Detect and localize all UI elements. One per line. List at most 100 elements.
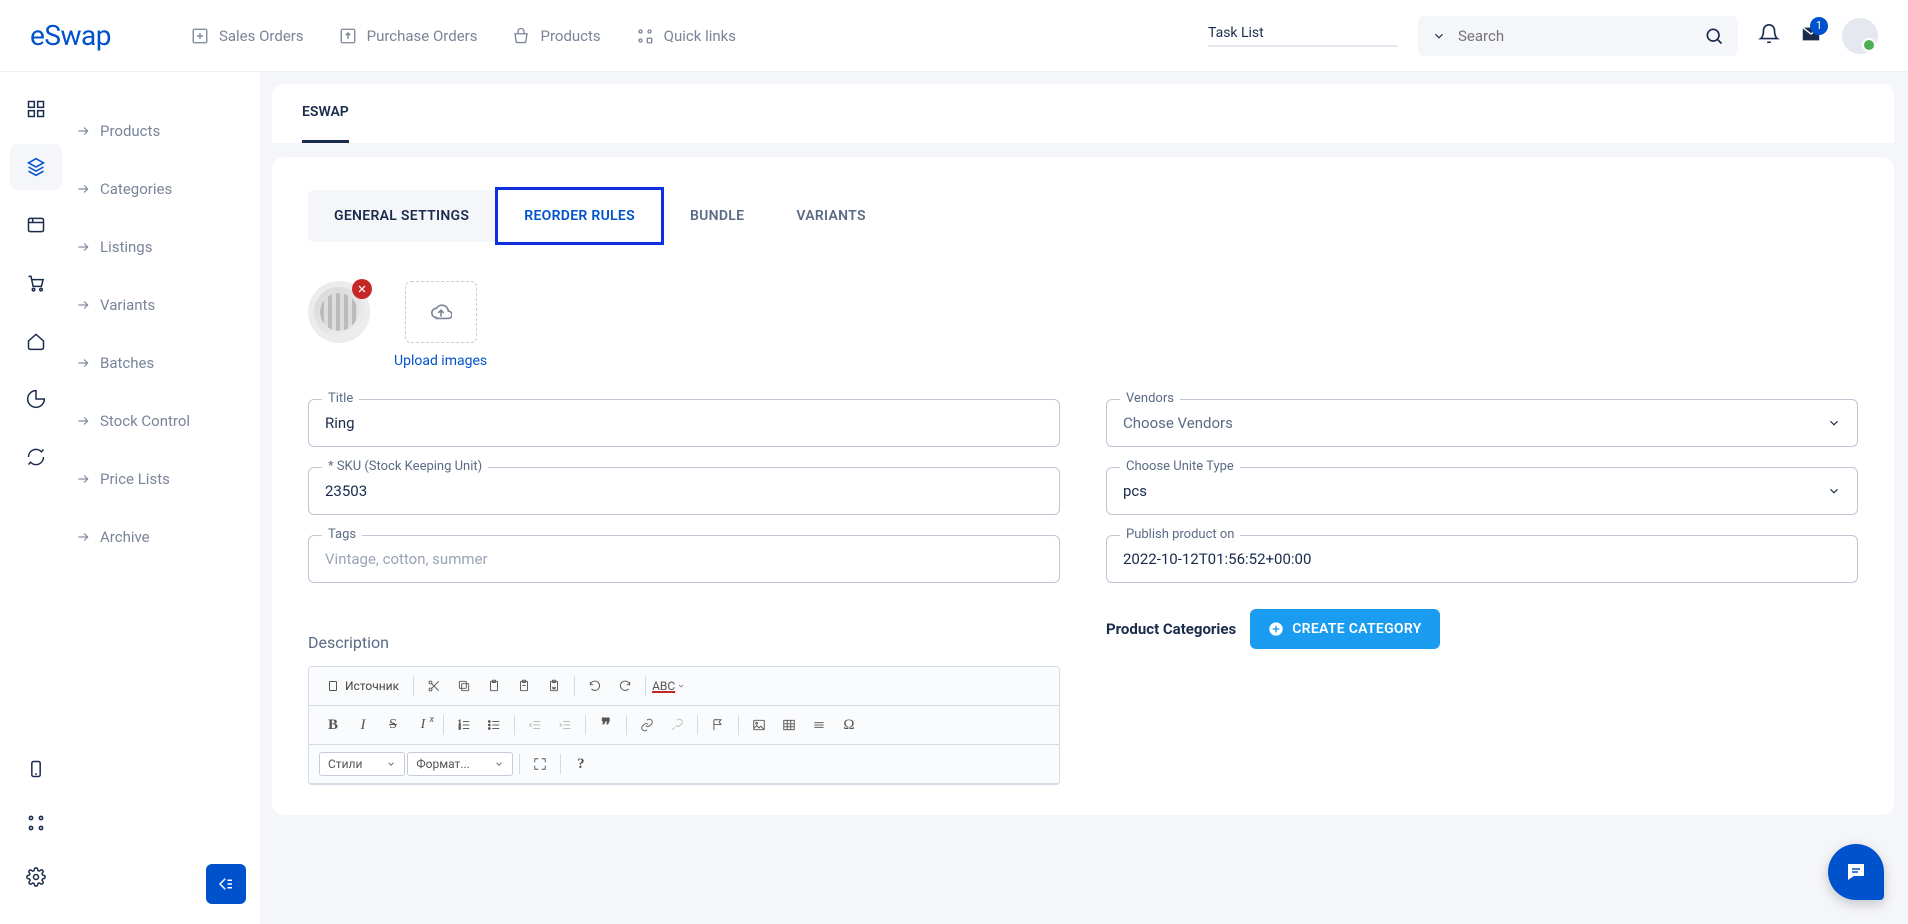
breadcrumb-tab[interactable]: ESWAP: [302, 84, 349, 143]
spellcheck-button[interactable]: ABC: [652, 673, 685, 699]
indent-button[interactable]: [551, 712, 579, 738]
sidebar-item-stock-control[interactable]: Stock Control: [76, 392, 260, 450]
arrow-right-icon: [76, 124, 90, 138]
arrow-right-icon: [76, 298, 90, 312]
close-icon: [357, 284, 367, 294]
plus-box-icon: [191, 27, 209, 45]
upload-label: Upload images: [394, 353, 487, 369]
tab-reorder-rules[interactable]: REORDER RULES: [495, 187, 664, 245]
rail-variants-icon[interactable]: [0, 254, 72, 312]
styles-label: Стили: [328, 757, 362, 771]
flag-button[interactable]: [704, 712, 732, 738]
create-category-button[interactable]: CREATE CATEGORY: [1250, 609, 1439, 649]
outdent-button[interactable]: [521, 712, 549, 738]
title-input[interactable]: [308, 399, 1060, 447]
blockquote-button[interactable]: ❞: [592, 712, 620, 738]
cut-button[interactable]: [420, 673, 448, 699]
table-button[interactable]: [775, 712, 803, 738]
unlink-button[interactable]: [663, 712, 691, 738]
publish-field: Publish product on: [1106, 535, 1858, 583]
indent-icon: [558, 718, 572, 732]
tab-bundle[interactable]: BUNDLE: [664, 190, 770, 242]
tags-input[interactable]: [308, 535, 1060, 583]
editor-source-button[interactable]: Источник: [319, 675, 407, 697]
italic-button[interactable]: I: [349, 712, 377, 738]
search-icon[interactable]: [1704, 26, 1724, 46]
logo[interactable]: eSwap: [30, 19, 111, 52]
sku-input[interactable]: [308, 467, 1060, 515]
sidebar-item-batches[interactable]: Batches: [76, 334, 260, 392]
collapse-sidebar-button[interactable]: [206, 864, 246, 904]
separator: [697, 715, 698, 735]
chevron-down-icon[interactable]: [1432, 29, 1446, 43]
avatar[interactable]: [1842, 18, 1878, 54]
publish-input[interactable]: [1106, 535, 1858, 583]
task-list[interactable]: Task List: [1208, 25, 1398, 47]
messages-button[interactable]: 1: [1800, 23, 1822, 49]
sidebar-item-products[interactable]: Products: [76, 102, 260, 160]
search-input[interactable]: [1458, 27, 1704, 45]
image-button[interactable]: [745, 712, 773, 738]
bold-button[interactable]: B: [319, 712, 347, 738]
maximize-icon: [533, 757, 547, 771]
strike-button[interactable]: S: [379, 712, 407, 738]
format-select[interactable]: Формат...: [407, 752, 512, 776]
tab-general-settings[interactable]: GENERAL SETTINGS: [308, 190, 495, 242]
rail-mobile-icon[interactable]: [0, 742, 72, 796]
rail-sync-icon[interactable]: [0, 428, 72, 486]
separator: [626, 715, 627, 735]
chat-widget[interactable]: [1828, 844, 1884, 900]
copy-button[interactable]: [450, 673, 478, 699]
rail-stock-icon[interactable]: [0, 370, 72, 428]
sidebar-item-archive[interactable]: Archive: [76, 508, 260, 566]
product-image[interactable]: [308, 281, 370, 343]
editor-source-label: Источник: [345, 679, 399, 693]
sidebar-item-variants[interactable]: Variants: [76, 276, 260, 334]
upload-images[interactable]: Upload images: [394, 281, 487, 369]
rail-apps-icon[interactable]: [0, 796, 72, 850]
rail-listings-icon[interactable]: [0, 196, 72, 254]
ol-button[interactable]: 123: [450, 712, 478, 738]
editor-toolbar-row1: Источник ABC: [309, 667, 1059, 706]
field-label: Tags: [322, 527, 362, 542]
rail-batches-icon[interactable]: [0, 312, 72, 370]
nav-sales-orders[interactable]: Sales Orders: [191, 27, 304, 45]
vendors-select[interactable]: Choose Vendors: [1106, 399, 1858, 447]
maximize-button[interactable]: [526, 751, 554, 777]
sidebar-item-categories[interactable]: Categories: [76, 160, 260, 218]
rail-categories-icon[interactable]: [0, 138, 72, 196]
redo-button[interactable]: [611, 673, 639, 699]
hr-button[interactable]: [805, 712, 833, 738]
nav-products[interactable]: Products: [512, 27, 600, 45]
search-box[interactable]: [1418, 16, 1738, 56]
breadcrumb-tabs: ESWAP: [272, 84, 1894, 143]
special-char-button[interactable]: Ω: [835, 712, 863, 738]
separator: [574, 676, 575, 696]
upload-dropzone[interactable]: [405, 281, 477, 343]
ul-button[interactable]: [480, 712, 508, 738]
undo-button[interactable]: [581, 673, 609, 699]
paste-button[interactable]: [480, 673, 508, 699]
remove-format-button[interactable]: Ix: [409, 712, 437, 738]
paste-word-button[interactable]: [540, 673, 568, 699]
main: ESWAP GENERAL SETTINGS REORDER RULES BUN…: [272, 84, 1894, 924]
tab-variants[interactable]: VARIANTS: [770, 190, 891, 242]
nav-purchase-orders[interactable]: Purchase Orders: [339, 27, 478, 45]
rich-text-editor: Источник ABC: [308, 666, 1060, 785]
field-label: Choose Unite Type: [1120, 459, 1240, 474]
title-field: Title: [308, 399, 1060, 447]
rail-dashboard-icon[interactable]: [0, 80, 72, 138]
grid-icon: [636, 27, 654, 45]
paste-text-button[interactable]: [510, 673, 538, 699]
help-button[interactable]: ?: [567, 751, 595, 777]
nav-quick-links[interactable]: Quick links: [636, 27, 736, 45]
notifications-button[interactable]: [1758, 23, 1780, 49]
flag-icon: [711, 718, 725, 732]
unit-select[interactable]: pcs: [1106, 467, 1858, 515]
styles-select[interactable]: Стили: [319, 752, 405, 776]
link-button[interactable]: [633, 712, 661, 738]
sidebar-item-price-lists[interactable]: Price Lists: [76, 450, 260, 508]
remove-image-button[interactable]: [352, 279, 372, 299]
rail-settings-icon[interactable]: [0, 850, 72, 904]
sidebar-item-listings[interactable]: Listings: [76, 218, 260, 276]
